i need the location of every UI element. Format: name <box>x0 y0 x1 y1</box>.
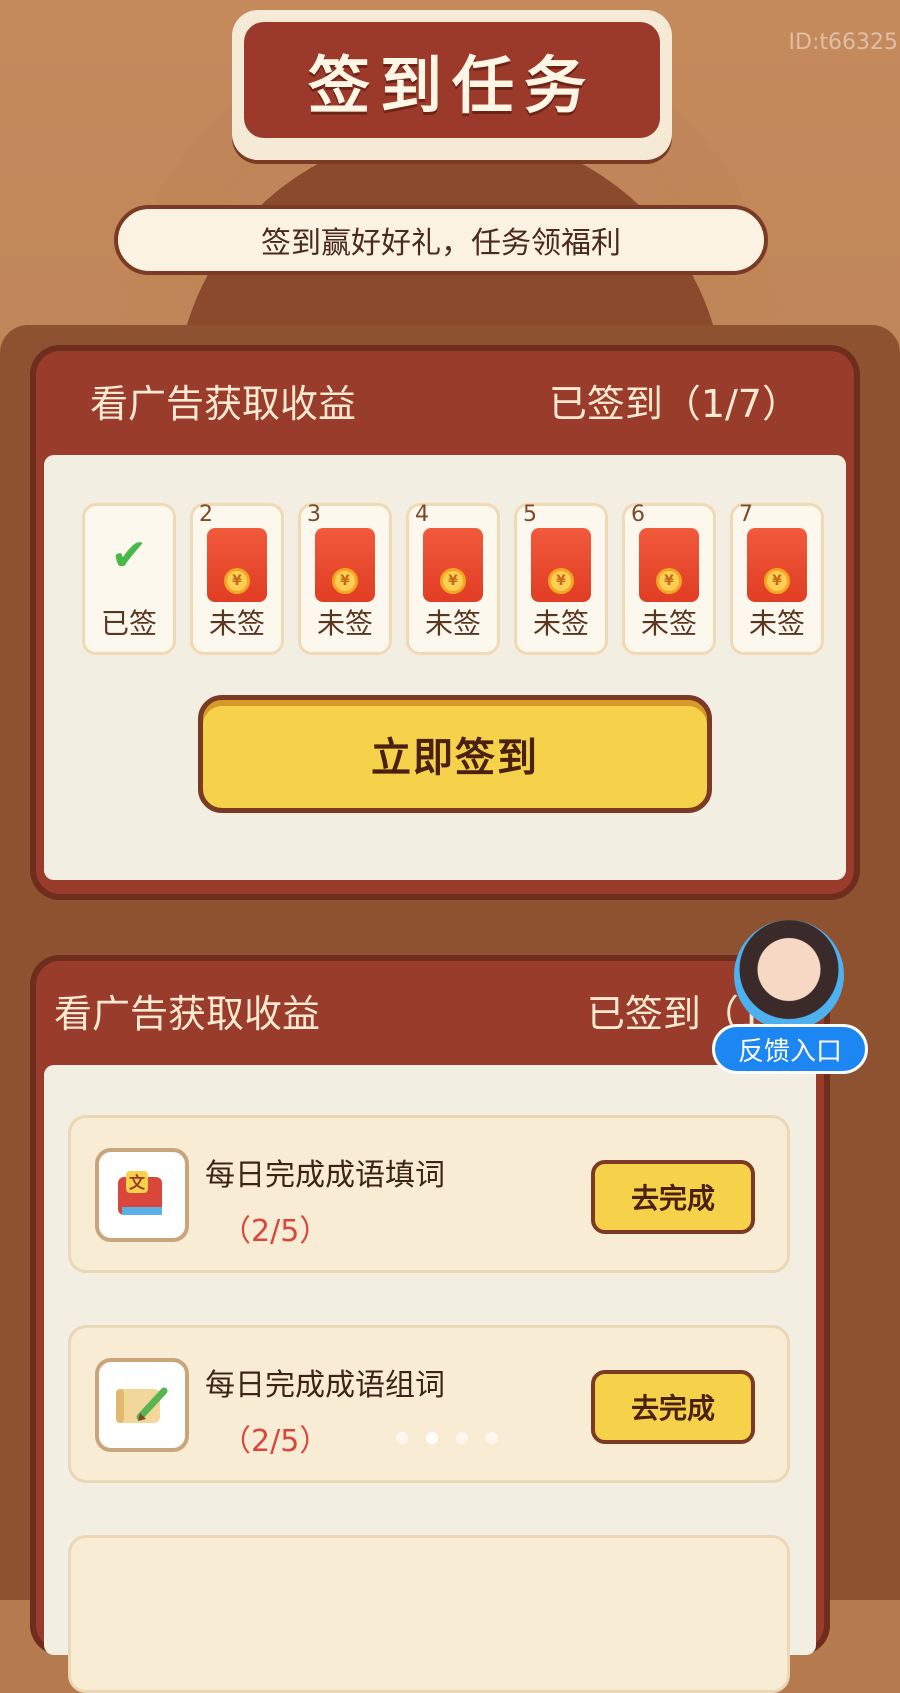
red-packet-icon: ¥ <box>207 528 267 602</box>
task-item: 文 每日完成成语填词 （2/5） 去完成 <box>68 1115 790 1273</box>
red-packet-icon: ¥ <box>423 528 483 602</box>
signin-card-title: 看广告获取收益 <box>90 381 357 426</box>
coin-icon: ¥ <box>656 568 682 594</box>
sign-in-button[interactable]: 立即签到 <box>198 695 712 813</box>
scroll-pencil-icon-svg <box>116 1387 168 1423</box>
scroll-pencil-icon <box>95 1358 189 1452</box>
page-dot-active[interactable] <box>426 1432 438 1444</box>
complete-task-button[interactable]: 去完成 <box>591 1370 755 1444</box>
idiom-book-icon: 文 <box>95 1148 189 1242</box>
page-title: 签到任务 <box>307 49 596 122</box>
signin-card: 看广告获取收益 已签到（1/7） ✔ 已签 2 ¥ 未签 3 ¥ 未签 4 ¥ <box>30 345 860 900</box>
day-number: 5 <box>523 502 537 527</box>
task-item: 每日完成成语组词 （2/5） 去完成 <box>68 1325 790 1483</box>
page-dot[interactable] <box>456 1432 468 1444</box>
feedback-entry[interactable]: 反馈入口 <box>712 920 868 1076</box>
day-label: 已签 <box>100 607 157 640</box>
idiom-book-icon-svg: 文 <box>118 1171 162 1215</box>
coin-icon: ¥ <box>440 568 466 594</box>
coin-icon: ¥ <box>548 568 574 594</box>
day-label: 未签 <box>532 607 589 640</box>
svg-text:文: 文 <box>129 1173 146 1192</box>
page-dot[interactable] <box>396 1432 408 1444</box>
day-number: 6 <box>631 502 645 527</box>
signin-card-body: ✔ 已签 2 ¥ 未签 3 ¥ 未签 4 ¥ 未签 5 ¥ 未签 6 ¥ 未签 … <box>44 455 846 880</box>
day-2[interactable]: 2 ¥ 未签 <box>190 502 284 655</box>
day-4[interactable]: 4 ¥ 未签 <box>406 502 500 655</box>
task-name: 每日完成成语填词 <box>205 1158 445 1193</box>
signin-status: 已签到（1/7） <box>548 381 800 426</box>
complete-task-button[interactable]: 去完成 <box>591 1160 755 1234</box>
page-dot[interactable] <box>486 1432 498 1444</box>
coin-icon: ¥ <box>764 568 790 594</box>
task-progress: （2/5） <box>221 1424 330 1459</box>
task-item-partial <box>68 1535 790 1693</box>
task-card-header: 看广告获取收益 已签到（1/7 <box>30 955 830 1065</box>
coin-icon: ¥ <box>224 568 250 594</box>
day-number: 7 <box>739 502 753 527</box>
task-card-title: 看广告获取收益 <box>54 991 321 1036</box>
day-label: 未签 <box>316 607 373 640</box>
day-label: 未签 <box>640 607 697 640</box>
watermark: ID:t66325 <box>788 30 898 55</box>
check-icon: ✔ <box>110 530 148 581</box>
day-1[interactable]: ✔ 已签 <box>82 503 176 655</box>
day-7[interactable]: 7 ¥ 未签 <box>730 502 824 655</box>
red-packet-icon: ¥ <box>315 528 375 602</box>
day-number: 3 <box>307 502 321 527</box>
red-packet-icon: ¥ <box>639 528 699 602</box>
red-packet-icon: ¥ <box>531 528 591 602</box>
day-label: 未签 <box>424 607 481 640</box>
day-number: 2 <box>199 502 213 527</box>
coin-icon: ¥ <box>332 568 358 594</box>
red-packet-icon: ¥ <box>747 528 807 602</box>
day-label: 未签 <box>208 607 265 640</box>
task-progress: （2/5） <box>221 1214 330 1249</box>
day-5[interactable]: 5 ¥ 未签 <box>514 502 608 655</box>
title-banner: 签到任务 <box>232 10 672 160</box>
signin-card-header: 看广告获取收益 已签到（1/7） <box>30 345 860 455</box>
page-indicator <box>396 1432 498 1444</box>
day-number: 4 <box>415 502 429 527</box>
task-name: 每日完成成语组词 <box>205 1368 445 1403</box>
day-6[interactable]: 6 ¥ 未签 <box>622 502 716 655</box>
task-card: 看广告获取收益 已签到（1/7 文 每日完成成语填词 （2/5） 去完成 每日完… <box>30 955 830 1693</box>
day-3[interactable]: 3 ¥ 未签 <box>298 502 392 655</box>
task-card-body: 文 每日完成成语填词 （2/5） 去完成 每日完成成语组词 （2/5） 去完成 <box>44 1065 816 1693</box>
day-label: 未签 <box>748 607 805 640</box>
feedback-label: 反馈入口 <box>712 1024 868 1074</box>
title-banner-inner: 签到任务 <box>244 22 660 138</box>
day-list: ✔ 已签 2 ¥ 未签 3 ¥ 未签 4 ¥ 未签 5 ¥ 未签 6 ¥ 未签 … <box>82 502 842 658</box>
page-subtitle: 签到赢好好礼，任务领福利 <box>114 205 768 275</box>
support-avatar-icon <box>734 920 844 1030</box>
